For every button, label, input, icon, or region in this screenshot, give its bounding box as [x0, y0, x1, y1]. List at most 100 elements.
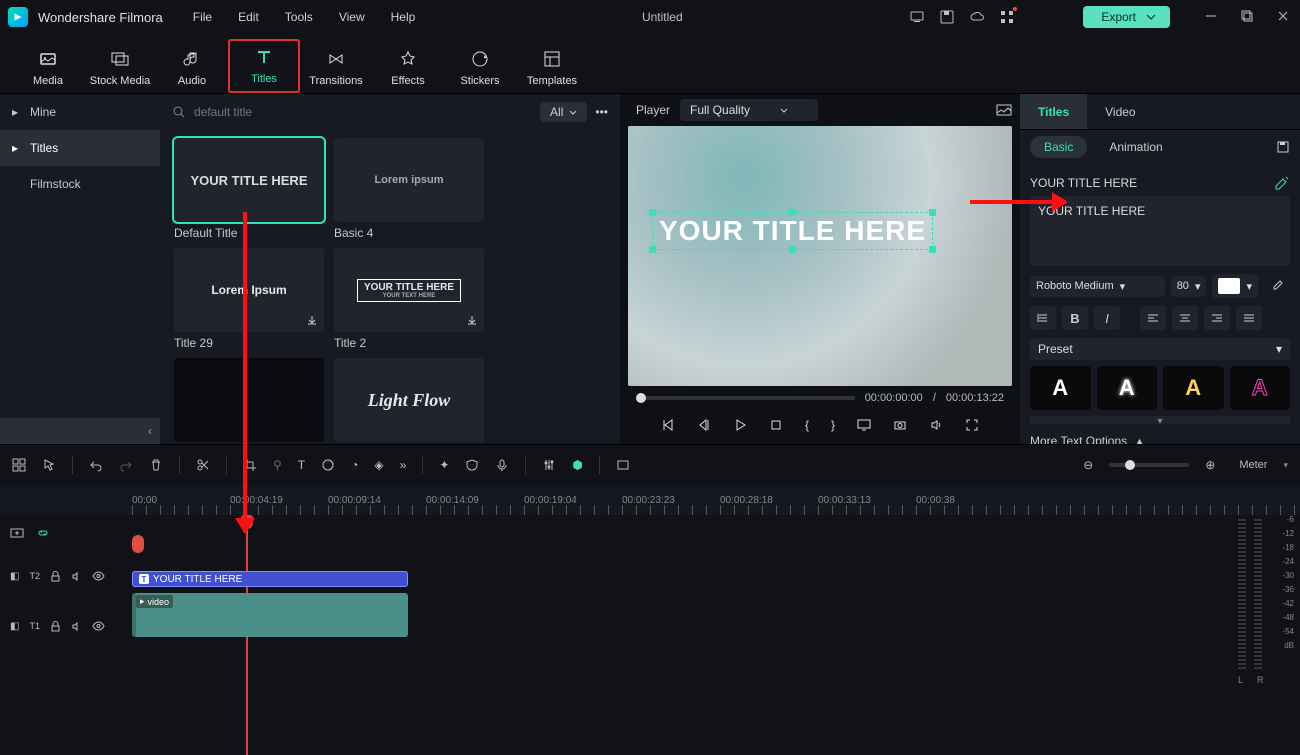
- sidebar-item-titles[interactable]: ▸Titles: [0, 130, 160, 166]
- quality-selector[interactable]: Full Quality: [680, 99, 818, 121]
- enhance-icon[interactable]: ✦: [439, 458, 449, 472]
- sidebar-collapse-button[interactable]: ‹: [0, 418, 160, 444]
- preset-3[interactable]: A: [1163, 366, 1224, 410]
- title-thumb-5[interactable]: [174, 358, 324, 442]
- title-thumb-lightflow[interactable]: Light Flow: [334, 358, 484, 442]
- close-icon[interactable]: [1276, 9, 1292, 25]
- ai-edit-icon[interactable]: [1274, 176, 1290, 190]
- menu-edit[interactable]: Edit: [238, 10, 259, 24]
- font-size-selector[interactable]: 80▾: [1171, 276, 1207, 297]
- timeline-tracks[interactable]: TYOUR TITLE HERE ▸video: [132, 515, 1228, 689]
- title-overlay[interactable]: YOUR TITLE HERE: [652, 212, 933, 250]
- speed-icon[interactable]: ⚲: [273, 458, 282, 472]
- link-icon[interactable]: [36, 526, 50, 540]
- subtab-basic[interactable]: Basic: [1030, 136, 1087, 158]
- snapshot-icon[interactable]: [996, 103, 1012, 117]
- cursor-icon[interactable]: [42, 458, 56, 472]
- tab-stock-media[interactable]: Stock Media: [84, 43, 156, 93]
- subtab-animation[interactable]: Animation: [1109, 140, 1162, 154]
- download-icon[interactable]: [306, 314, 318, 326]
- title-thumb-29[interactable]: Lorem Ipsum: [174, 248, 324, 332]
- visible-icon[interactable]: [92, 621, 105, 631]
- inspector-tab-video[interactable]: Video: [1087, 94, 1153, 129]
- cloud-icon[interactable]: [969, 9, 985, 25]
- preset-1[interactable]: A: [1030, 366, 1091, 410]
- minimize-icon[interactable]: [1204, 9, 1220, 25]
- zoom-slider[interactable]: [1109, 463, 1189, 467]
- prev-clip-icon[interactable]: [661, 418, 675, 432]
- mixer-icon[interactable]: [542, 458, 556, 472]
- layout-icon[interactable]: [12, 458, 26, 472]
- bold-button[interactable]: B: [1062, 306, 1088, 330]
- tab-audio[interactable]: Audio: [156, 43, 228, 93]
- track-add-icon[interactable]: [10, 526, 24, 540]
- marker-icon[interactable]: ⬢: [572, 458, 582, 472]
- stop-icon[interactable]: [769, 418, 783, 432]
- display-icon[interactable]: [857, 418, 871, 432]
- save-icon[interactable]: [939, 9, 955, 25]
- title-thumb-basic4[interactable]: Lorem ipsum: [334, 138, 484, 222]
- mute-icon[interactable]: [71, 571, 82, 582]
- save-preset-icon[interactable]: [1276, 140, 1290, 154]
- preset-4[interactable]: A: [1230, 366, 1291, 410]
- text-icon[interactable]: T: [298, 458, 305, 472]
- font-color-selector[interactable]: ▾: [1212, 274, 1258, 298]
- align-justify-icon[interactable]: [1236, 306, 1262, 330]
- device-icon[interactable]: [909, 9, 925, 25]
- font-selector[interactable]: Roboto Medium▾: [1030, 276, 1165, 297]
- italic-button[interactable]: I: [1094, 306, 1120, 330]
- seek-bar[interactable]: [636, 396, 855, 400]
- menu-help[interactable]: Help: [391, 10, 416, 24]
- mask-icon[interactable]: ◔: [351, 458, 358, 472]
- tab-titles[interactable]: Titles: [228, 39, 300, 93]
- apps-icon[interactable]: [999, 9, 1015, 25]
- preset-2[interactable]: A: [1097, 366, 1158, 410]
- video-clip[interactable]: ▸video: [132, 593, 408, 637]
- menu-tools[interactable]: Tools: [285, 10, 313, 24]
- maximize-icon[interactable]: [1240, 9, 1256, 25]
- title-thumb-2[interactable]: YOUR TITLE HEREYOUR TEXT HERE: [334, 248, 484, 332]
- redo-icon[interactable]: [119, 458, 133, 472]
- preset-expand[interactable]: ▾: [1030, 416, 1290, 424]
- more-tools-icon[interactable]: »: [400, 458, 407, 472]
- align-right-icon[interactable]: [1204, 306, 1230, 330]
- more-text-options[interactable]: More Text Options▲: [1030, 434, 1290, 444]
- tab-media[interactable]: Media: [12, 43, 84, 93]
- mark-out-icon[interactable]: }: [831, 418, 835, 432]
- lock-icon[interactable]: [50, 621, 61, 632]
- sidebar-item-filmstock[interactable]: Filmstock: [0, 166, 160, 202]
- tab-templates[interactable]: Templates: [516, 43, 588, 93]
- more-icon[interactable]: •••: [595, 105, 608, 119]
- align-center-icon[interactable]: [1172, 306, 1198, 330]
- delete-icon[interactable]: [149, 458, 163, 472]
- tab-effects[interactable]: Effects: [372, 43, 444, 93]
- title-clip[interactable]: TYOUR TITLE HERE: [132, 571, 408, 587]
- visible-icon[interactable]: [92, 571, 105, 581]
- mute-icon[interactable]: [71, 621, 82, 632]
- align-left-icon[interactable]: [1140, 306, 1166, 330]
- lock-icon[interactable]: [50, 571, 61, 582]
- eyedropper-icon[interactable]: [1264, 274, 1290, 298]
- tab-stickers[interactable]: Stickers: [444, 43, 516, 93]
- shield-icon[interactable]: [465, 458, 479, 472]
- zoom-in-icon[interactable]: ⊕: [1205, 458, 1215, 472]
- menu-file[interactable]: File: [193, 10, 212, 24]
- filter-all-button[interactable]: All: [540, 102, 587, 122]
- play-icon[interactable]: [733, 418, 747, 432]
- inspector-tab-titles[interactable]: Titles: [1020, 94, 1087, 129]
- search-input[interactable]: [194, 105, 532, 119]
- keyframe-icon[interactable]: ◈: [374, 458, 383, 472]
- frame-icon[interactable]: [616, 458, 630, 472]
- zoom-out-icon[interactable]: ⊖: [1083, 458, 1093, 472]
- menu-view[interactable]: View: [339, 10, 365, 24]
- fullscreen-icon[interactable]: [965, 418, 979, 432]
- undo-icon[interactable]: [89, 458, 103, 472]
- timeline-ruler[interactable]: 00:00 00:00:04:19 00:00:09:14 00:00:14:0…: [0, 485, 1300, 515]
- line-spacing-icon[interactable]: [1030, 306, 1056, 330]
- color-icon[interactable]: [321, 458, 335, 472]
- download-icon[interactable]: [466, 314, 478, 326]
- camera-icon[interactable]: [893, 418, 907, 432]
- mic-icon[interactable]: [495, 458, 509, 472]
- sidebar-item-mine[interactable]: ▸Mine: [0, 94, 160, 130]
- step-back-icon[interactable]: [697, 418, 711, 432]
